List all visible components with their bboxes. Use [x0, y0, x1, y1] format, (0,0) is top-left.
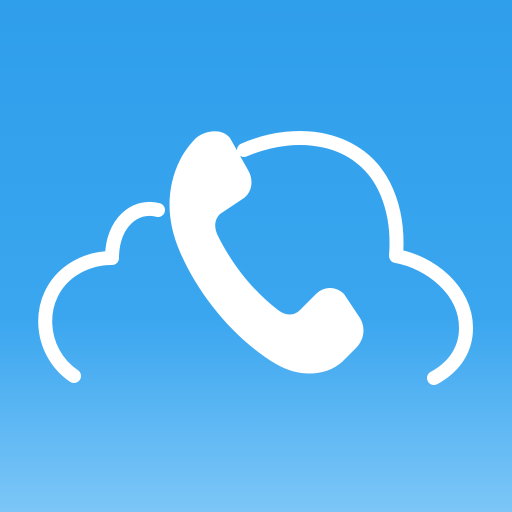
app-icon: [0, 0, 512, 512]
app-icon-glyph: [38, 131, 473, 385]
cloud-left-lobe: [38, 201, 165, 383]
phone-handset-icon: [169, 131, 364, 374]
